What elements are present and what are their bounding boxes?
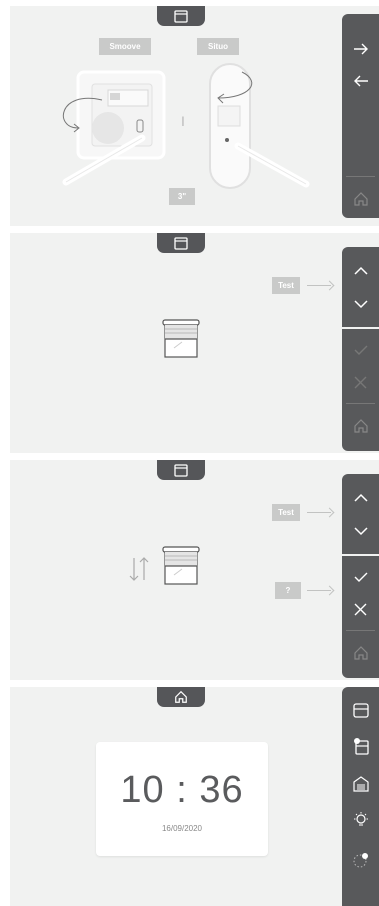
side-panel <box>342 247 379 451</box>
blind-icon <box>174 236 188 250</box>
side-panel <box>342 687 379 906</box>
home-icon <box>353 419 368 433</box>
pairing-illustration: I <box>62 63 310 189</box>
question-label: ? <box>275 582 301 599</box>
side-panel <box>342 14 379 218</box>
blind-icon <box>174 463 188 477</box>
blinds-button[interactable] <box>342 693 379 727</box>
blind-icon <box>352 702 369 718</box>
next-button[interactable] <box>342 32 379 66</box>
cancel-button[interactable] <box>342 365 379 399</box>
clock-date: 16/09/2020 <box>161 824 203 833</box>
clock-card: 10 : 36 16/09/2020 <box>96 742 268 856</box>
home-icon <box>353 646 368 660</box>
home-button[interactable] <box>342 409 379 443</box>
clock-time: 10 : 36 <box>120 769 244 811</box>
confirm-button[interactable] <box>342 333 379 367</box>
blind-icon <box>174 9 188 23</box>
home-icon <box>174 690 188 704</box>
smoove-label: Smoove <box>99 38 151 55</box>
chevron-up-icon <box>353 266 368 275</box>
situo-label: Situo <box>197 38 239 55</box>
arrow-left-icon <box>353 75 368 87</box>
home-button[interactable] <box>342 636 379 670</box>
top-tab[interactable] <box>157 460 205 480</box>
roller-blind-icon <box>162 319 200 358</box>
blind-group-icon <box>353 738 369 755</box>
lighting-button[interactable] <box>342 803 379 837</box>
svg-text:I: I <box>181 113 185 129</box>
up-down-arrows-icon <box>129 557 149 581</box>
confirm-button[interactable] <box>342 560 379 594</box>
check-icon <box>354 572 367 582</box>
pairing-screen: Smoove Situo I 3" <box>10 6 379 226</box>
more-button[interactable] <box>342 843 379 877</box>
duration-label: 3" <box>169 188 195 205</box>
garage-icon <box>352 776 369 792</box>
side-panel <box>342 474 379 678</box>
cancel-button[interactable] <box>342 592 379 626</box>
lightbulb-icon <box>353 812 368 826</box>
roller-blind-icon <box>162 546 200 585</box>
home-screen: 10 : 36 16/09/2020 <box>10 687 379 906</box>
close-icon <box>354 603 367 615</box>
check-icon <box>354 345 367 355</box>
down-button[interactable] <box>342 287 379 321</box>
close-icon <box>354 376 367 388</box>
top-tab[interactable] <box>157 6 205 26</box>
top-tab[interactable] <box>157 233 205 253</box>
garage-button[interactable] <box>342 767 379 801</box>
top-tab[interactable] <box>157 687 205 707</box>
up-button[interactable] <box>342 253 379 287</box>
chevron-down-icon <box>353 299 368 308</box>
chevron-down-icon <box>353 526 368 535</box>
test-screen: Test <box>10 233 379 453</box>
test-confirm-screen: Test ? <box>10 460 379 680</box>
down-button[interactable] <box>342 514 379 548</box>
home-button[interactable] <box>342 182 379 216</box>
test-label: Test <box>272 277 300 294</box>
chevron-up-icon <box>353 493 368 502</box>
up-button[interactable] <box>342 480 379 514</box>
back-button[interactable] <box>342 64 379 98</box>
arrow-right-icon <box>353 43 368 55</box>
blind-group-button[interactable] <box>342 729 379 763</box>
home-icon <box>353 192 368 206</box>
dotted-circle-icon <box>353 853 368 868</box>
test-label: Test <box>272 504 300 521</box>
